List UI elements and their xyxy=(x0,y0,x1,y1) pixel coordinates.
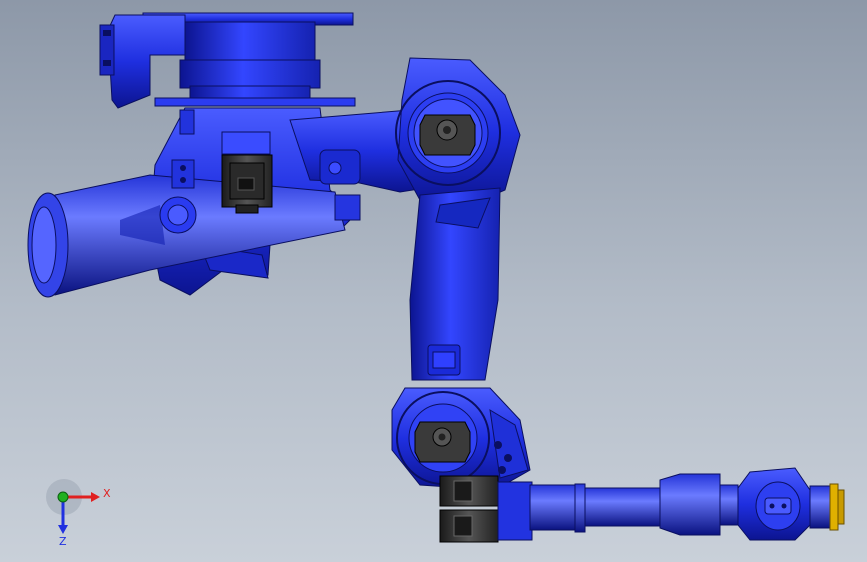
y-axis-dot xyxy=(57,491,69,503)
z-axis-label: Z xyxy=(59,535,67,548)
upper-joint-motor[interactable] xyxy=(419,114,476,156)
cad-viewport[interactable]: X Z xyxy=(0,0,867,562)
wrist-servo-motors[interactable] xyxy=(439,475,533,543)
forearm-link[interactable] xyxy=(409,187,501,381)
x-axis-label: X xyxy=(103,487,111,500)
wrist-tube[interactable] xyxy=(529,473,739,536)
lower-joint-motor[interactable] xyxy=(414,421,471,463)
wrist-end-effector[interactable] xyxy=(737,467,831,541)
robot-arm-model[interactable]: X Z xyxy=(0,0,867,562)
base-turntable[interactable] xyxy=(99,12,356,109)
coordinate-triad: X Z xyxy=(46,479,111,548)
tool-flange[interactable] xyxy=(829,483,845,531)
shoulder-servo-motor[interactable] xyxy=(221,131,273,214)
